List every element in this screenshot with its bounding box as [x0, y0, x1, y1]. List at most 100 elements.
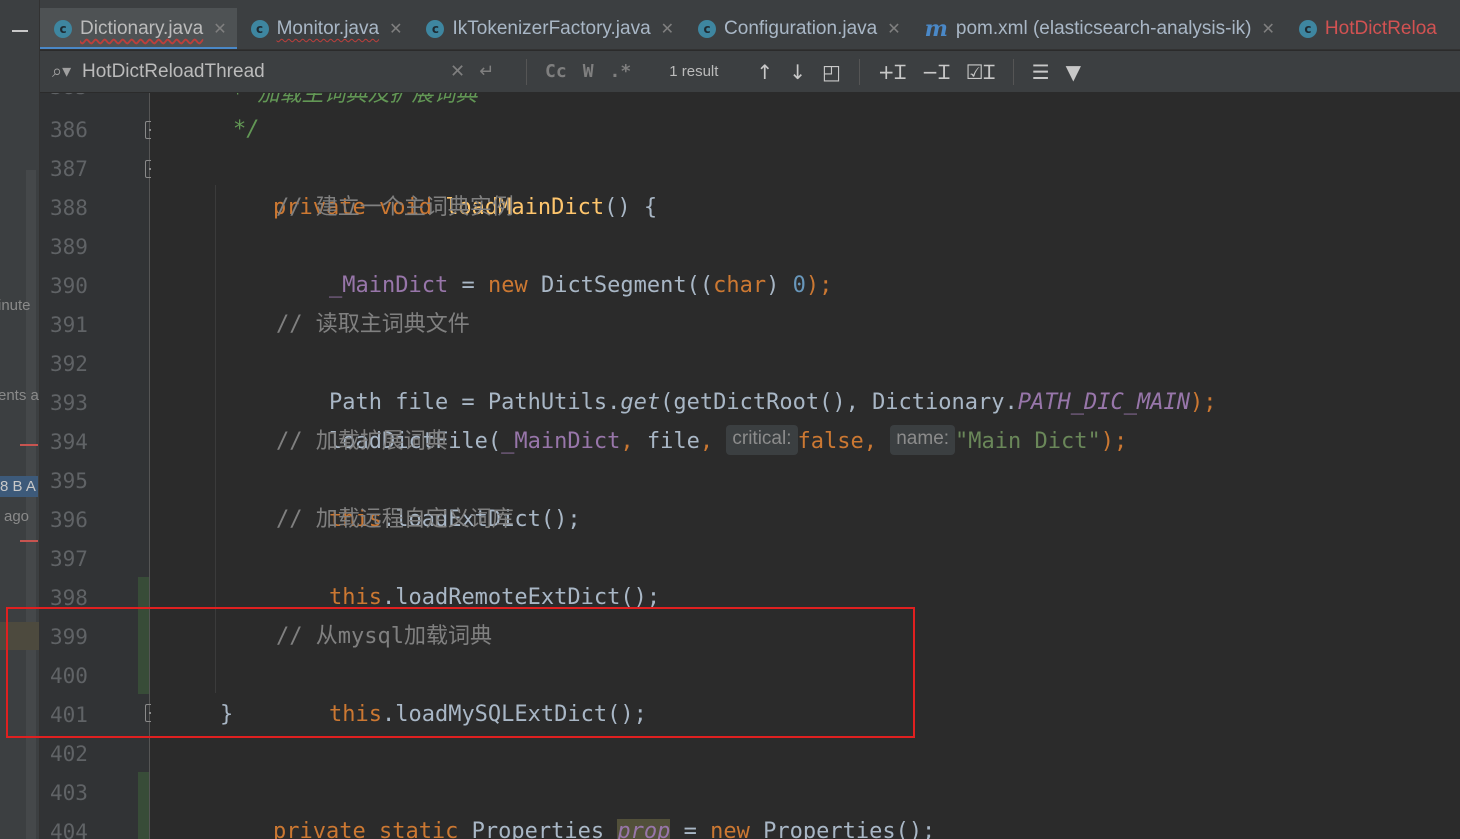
match-case-toggle[interactable]: Cc: [545, 61, 567, 82]
line-number: 392: [50, 352, 88, 376]
punctuation: );: [1100, 429, 1128, 454]
panel-fragment: 8 B A: [0, 476, 38, 497]
tab-dictionary-java[interactable]: c Dictionary.java ✕: [40, 8, 237, 49]
code-line-400: this.loadMySQLExtDict();: [276, 656, 647, 727]
line-number: 395: [50, 469, 88, 493]
error-marker: [20, 540, 38, 542]
keyword: new: [487, 273, 528, 298]
keyword: private: [272, 819, 366, 839]
tab-label: Configuration.java: [724, 18, 878, 39]
number-literal: 0: [792, 273, 806, 298]
words-toggle[interactable]: W: [583, 61, 594, 82]
line-number: 389: [50, 235, 88, 259]
tab-configuration-java[interactable]: c Configuration.java ✕: [684, 8, 911, 49]
code-line-403: private static Properties prop = new Pro…: [220, 773, 935, 839]
change-marker: [138, 772, 149, 839]
indent-guide: [215, 185, 216, 693]
separator: [1012, 58, 1014, 85]
tab-pom-xml[interactable]: m pom.xml (elasticsearch-analysis-ik) ✕: [911, 8, 1285, 49]
tab-hotdictreload[interactable]: c HotDictReloa: [1285, 8, 1447, 49]
editor-tab-bar: c Dictionary.java ✕ c Monitor.java ✕ c I…: [40, 8, 1460, 50]
line-number: 402: [50, 742, 88, 766]
class-icon: c: [250, 20, 269, 38]
left-scrollbar[interactable]: [26, 170, 36, 839]
code-line-399: // 从mysql加载词典: [276, 624, 492, 649]
punctuation: ,: [699, 429, 714, 454]
method-call: .loadRemoteExtDict();: [381, 585, 661, 610]
tab-label: pom.xml (elasticsearch-analysis-ik): [955, 18, 1252, 39]
close-icon[interactable]: ✕: [213, 19, 226, 39]
panel-fragment: ago: [4, 508, 30, 525]
search-icon[interactable]: ⌕▾: [52, 61, 82, 82]
change-marker: [138, 577, 149, 694]
class-icon: c: [54, 20, 72, 38]
unselect-occurrence-icon[interactable]: −Ɪ: [922, 58, 950, 85]
new-line-icon[interactable]: ↵: [479, 61, 494, 82]
tab-monitor-java[interactable]: c Monitor.java ✕: [237, 8, 413, 49]
code-editor[interactable]: * 加载主词典及扩展词典 */ private void loadMainDic…: [151, 93, 1460, 839]
punctuation: );: [805, 273, 833, 298]
close-icon[interactable]: ✕: [661, 19, 674, 39]
find-input[interactable]: [82, 60, 442, 83]
collapse-icon[interactable]: [12, 30, 28, 32]
code-line-386: */: [233, 117, 260, 142]
method-call: .loadMySQLExtDict();: [381, 702, 647, 727]
select-all-occurrences-icon[interactable]: ☑Ɪ: [966, 58, 995, 85]
line-number: 396: [50, 508, 88, 532]
previous-occurrence-icon[interactable]: ↑: [756, 60, 773, 84]
regex-toggle[interactable]: .*: [610, 61, 632, 82]
field-ref: prop: [617, 819, 671, 839]
line-number: 403: [50, 781, 88, 805]
add-selection-icon[interactable]: +Ɪ: [878, 58, 906, 85]
parameter-hint: name:: [890, 425, 956, 455]
keyword: this: [328, 585, 382, 610]
clear-icon[interactable]: ✕: [450, 61, 465, 82]
panel-fragment: inute: [0, 297, 31, 314]
tab-iktokenizerfactory-java[interactable]: c IkTokenizerFactory.java ✕: [412, 8, 684, 49]
line-number-gutter: 385 386 387 388 389 390 391 392 393 394 …: [40, 93, 150, 839]
code-line-389: _MainDict = new DictSegment((char) 0);: [276, 227, 832, 298]
punctuation: ): [766, 273, 793, 298]
line-number: 391: [50, 313, 88, 337]
code-line-393: loadDictFile(_MainDict, file, critical: f…: [276, 383, 1127, 455]
result-count: 1 result: [669, 63, 719, 80]
punctuation: ,: [863, 429, 891, 454]
find-bar: ⌕▾ ✕ ↵ Cc W .* 1 result ↑ ↓ ◰ +Ɪ −Ɪ ☑Ɪ ☰…: [40, 51, 1460, 93]
line-number: 390: [50, 274, 88, 298]
class-icon: c: [1298, 20, 1317, 38]
boolean-literal: false: [797, 429, 864, 454]
code-line-391: // 读取主词典文件: [276, 312, 470, 337]
left-tool-strip: inute ents a 8 B A ago: [0, 0, 40, 839]
line-number: 386: [50, 118, 88, 142]
open-in-window-icon[interactable]: ◰: [822, 60, 841, 84]
type-name: Properties: [458, 819, 618, 839]
find-field: ⌕▾ ✕ ↵: [40, 51, 516, 93]
line-number: 404: [50, 820, 88, 839]
line-number: 393: [50, 391, 88, 415]
maven-icon: m: [924, 16, 948, 42]
keyword: new: [710, 819, 750, 839]
code-line-396: // 加载远程自定义词库: [276, 507, 514, 532]
punctuation: () {: [604, 195, 658, 220]
next-occurrence-icon[interactable]: ↓: [789, 60, 806, 84]
tab-label: Dictionary.java: [80, 18, 204, 39]
close-icon[interactable]: ✕: [887, 19, 900, 39]
close-icon[interactable]: ✕: [389, 19, 402, 39]
code-line-387: private void loadMainDict() {: [220, 149, 657, 220]
panel-fragment: ents a: [0, 387, 39, 404]
punctuation: ,: [620, 429, 634, 454]
code-line-401: }: [220, 702, 234, 727]
field-ref: _MainDict: [328, 273, 449, 298]
code-line-392: Path file = PathUtils.get(getDictRoot(),…: [276, 344, 1216, 415]
close-icon[interactable]: ✕: [1262, 19, 1275, 39]
class-icon: c: [698, 20, 717, 38]
tab-label: HotDictReloa: [1324, 18, 1437, 39]
code-line-385: * 加载主词典及扩展词典: [231, 93, 478, 107]
keyword: char: [713, 273, 767, 298]
line-number: 385: [50, 93, 88, 99]
search-options-icon[interactable]: ☰: [1032, 60, 1050, 84]
filter-icon[interactable]: ▼: [1066, 60, 1081, 84]
line-number: 398: [50, 586, 88, 610]
code-line-395: this.loadExtDict();: [276, 461, 581, 532]
class-icon: c: [426, 20, 445, 38]
